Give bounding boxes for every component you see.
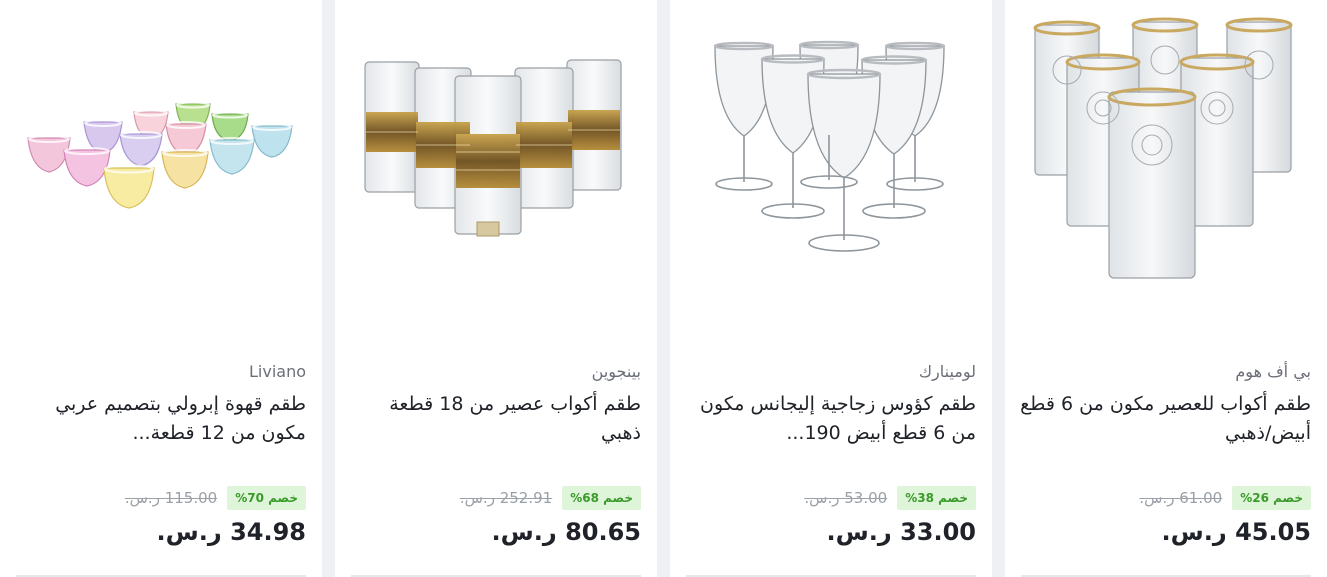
product-brand[interactable]: بينجوين: [592, 362, 641, 381]
wine-glasses-icon: [713, 40, 946, 252]
discount-row: خصم 68% 252.91 ر.س.: [460, 484, 641, 511]
product-price: 34.98 ر.س.: [156, 518, 306, 546]
old-price: 61.00 ر.س.: [1139, 488, 1223, 507]
product-title[interactable]: طقم كؤوس زجاجية إليجانس مكون من 6 قطع أب…: [682, 390, 976, 450]
product-image[interactable]: [335, 0, 657, 330]
product-card[interactable]: لومينارك طقم كؤوس زجاجية إليجانس مكون من…: [670, 0, 992, 577]
discount-badge: خصم 70%: [227, 485, 306, 510]
product-price: 80.65 ر.س.: [491, 518, 641, 546]
product-image[interactable]: [670, 0, 992, 330]
old-price: 115.00 ر.س.: [124, 488, 218, 507]
product-card[interactable]: Liviano طقم قهوة إبرولي بتصميم عربي مكون…: [0, 0, 322, 577]
product-brand[interactable]: لومينارك: [919, 362, 976, 381]
discount-badge: خصم 38%: [897, 485, 976, 510]
product-image[interactable]: [1005, 0, 1327, 330]
old-price: 53.00 ر.س.: [804, 488, 888, 507]
old-price: 252.91 ر.س.: [459, 488, 553, 507]
product-grid: بي أف هوم طقم أكواب للعصير مكون من 6 قطع…: [0, 0, 1327, 577]
product-title[interactable]: طقم قهوة إبرولي بتصميم عربي مكون من 12 ق…: [12, 390, 306, 450]
discount-row: خصم 38% 53.00 ر.س.: [804, 484, 976, 511]
product-title[interactable]: طقم أكواب للعصير مكون من 6 قطع أبيض/ذهبي: [1017, 390, 1311, 450]
discount-row: خصم 26% 61.00 ر.س.: [1139, 484, 1311, 511]
product-card[interactable]: بي أف هوم طقم أكواب للعصير مكون من 6 قطع…: [1005, 0, 1327, 577]
colored-coffee-cups-icon: [27, 101, 293, 209]
discount-badge: خصم 26%: [1232, 485, 1311, 510]
product-brand[interactable]: Liviano: [249, 362, 306, 381]
product-card[interactable]: بينجوين طقم أكواب عصير من 18 قطعة ذهبي خ…: [335, 0, 657, 577]
product-price: 45.05 ر.س.: [1161, 518, 1311, 546]
product-image[interactable]: [0, 0, 322, 330]
discount-badge: خصم 68%: [562, 485, 641, 510]
product-title[interactable]: طقم أكواب عصير من 18 قطعة ذهبي: [347, 390, 641, 450]
product-price: 33.00 ر.س.: [826, 518, 976, 546]
product-brand[interactable]: بي أف هوم: [1235, 362, 1311, 381]
discount-row: خصم 70% 115.00 ر.س.: [125, 484, 306, 511]
tall-decorated-glasses-icon: [1033, 17, 1293, 279]
gold-band-tumblers-icon: [364, 59, 622, 237]
